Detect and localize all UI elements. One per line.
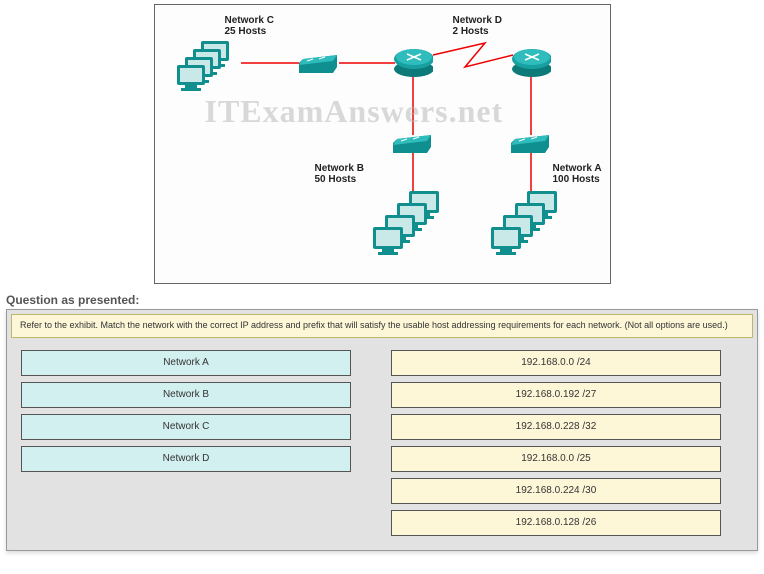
label-a-hosts: 100 Hosts	[553, 174, 600, 185]
drag-option-2[interactable]: 192.168.0.192 /27	[391, 382, 721, 408]
question-header: Question as presented:	[6, 293, 764, 307]
label-d-hosts: 2 Hosts	[453, 26, 489, 37]
drag-column: 192.168.0.0 /24 192.168.0.192 /27 192.16…	[391, 350, 721, 536]
drag-label: 192.168.0.192 /27	[516, 389, 597, 400]
label-network-d: Network D 2 Hosts	[453, 15, 502, 37]
drop-network-d[interactable]: Network D	[21, 446, 351, 472]
host-group-b	[373, 191, 463, 271]
drop-column: Network A Network B Network C Network D	[21, 350, 351, 536]
label-d-name: Network D	[453, 15, 502, 26]
label-network-a: Network A 100 Hosts	[553, 163, 602, 185]
drop-label: Network D	[163, 453, 210, 464]
router-2-icon	[511, 41, 551, 81]
drag-option-4[interactable]: 192.168.0.0 /25	[391, 446, 721, 472]
drag-option-6[interactable]: 192.168.0.128 /26	[391, 510, 721, 536]
switch-c-icon	[299, 55, 341, 73]
drag-option-1[interactable]: 192.168.0.0 /24	[391, 350, 721, 376]
exhibit-container: Network C 25 Hosts Network D 2 Hosts Net…	[0, 0, 764, 287]
router-1-icon	[393, 41, 433, 81]
drag-label: 192.168.0.0 /24	[521, 357, 591, 368]
drop-network-c[interactable]: Network C	[21, 414, 351, 440]
drop-label: Network B	[163, 389, 209, 400]
drop-label: Network C	[163, 421, 210, 432]
drag-label: 192.168.0.228 /32	[516, 421, 597, 432]
drag-label: 192.168.0.128 /26	[516, 517, 597, 528]
drop-label: Network A	[163, 357, 209, 368]
drag-label: 192.168.0.224 /30	[516, 485, 597, 496]
switch-a-icon	[511, 135, 553, 153]
drag-option-5[interactable]: 192.168.0.224 /30	[391, 478, 721, 504]
label-c-name: Network C	[225, 15, 274, 26]
match-columns: Network A Network B Network C Network D …	[7, 342, 757, 550]
drop-network-a[interactable]: Network A	[21, 350, 351, 376]
host-group-a	[491, 191, 581, 271]
label-b-name: Network B	[315, 163, 364, 174]
label-a-name: Network A	[553, 163, 602, 174]
question-instruction: Refer to the exhibit. Match the network …	[11, 314, 753, 338]
label-network-c: Network C 25 Hosts	[225, 15, 274, 37]
label-network-b: Network B 50 Hosts	[315, 163, 364, 185]
host-group-c	[177, 41, 247, 101]
network-exhibit: Network C 25 Hosts Network D 2 Hosts Net…	[154, 4, 611, 284]
label-b-hosts: 50 Hosts	[315, 174, 357, 185]
drag-label: 192.168.0.0 /25	[521, 453, 591, 464]
drop-network-b[interactable]: Network B	[21, 382, 351, 408]
label-c-hosts: 25 Hosts	[225, 26, 267, 37]
question-body: Refer to the exhibit. Match the network …	[6, 309, 758, 551]
switch-b-icon	[393, 135, 435, 153]
drag-option-3[interactable]: 192.168.0.228 /32	[391, 414, 721, 440]
